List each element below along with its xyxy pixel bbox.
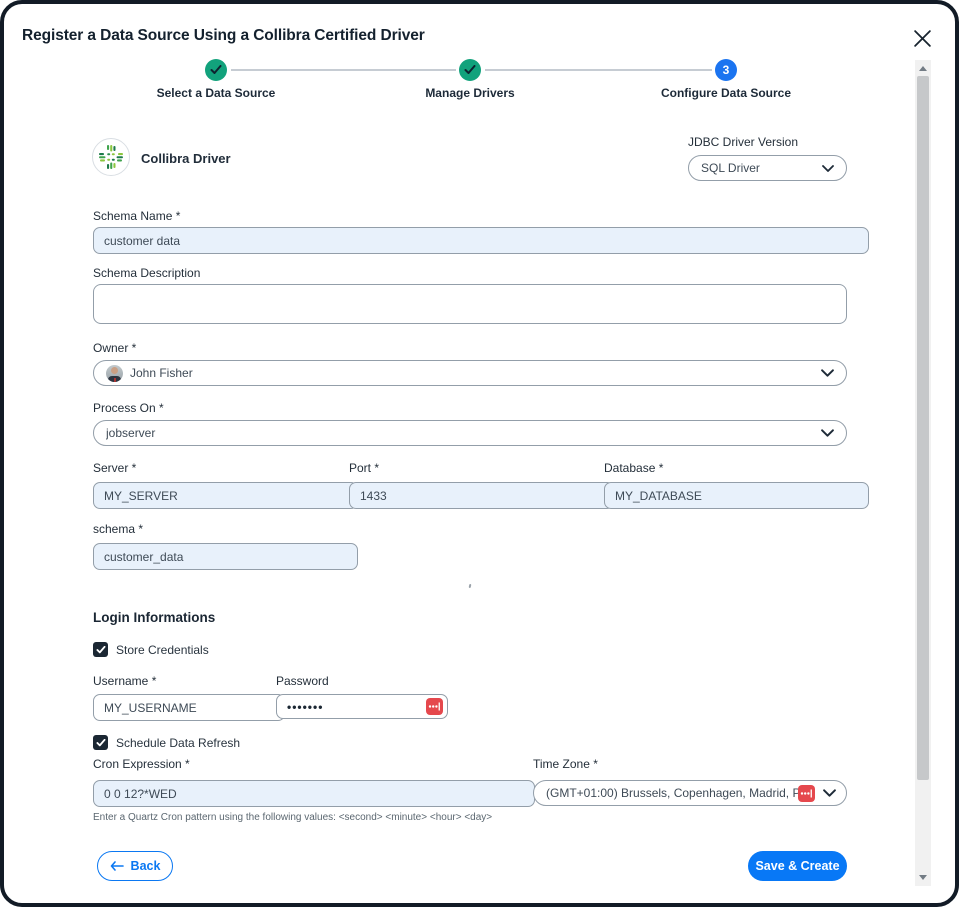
close-icon[interactable] [910,26,934,50]
modal-title: Register a Data Source Using a Collibra … [22,27,425,45]
owner-label: Owner * [93,341,136,355]
schedule-data-refresh-label: Schedule Data Refresh [116,736,240,750]
password-input[interactable]: ••••••• [276,694,448,719]
password-value: ••••••• [287,700,426,714]
password-autofill-icon[interactable] [426,698,443,715]
stepper-line-2 [485,69,712,71]
step-3-label: Configure Data Source [626,86,826,100]
port-input[interactable] [349,482,614,509]
check-icon [96,739,106,747]
server-label: Server * [93,461,136,475]
schema-label: schema * [93,522,143,536]
save-and-create-button[interactable]: Save & Create [748,851,847,881]
step-2-label: Manage Drivers [370,86,570,100]
schedule-data-refresh-checkbox[interactable] [93,735,108,750]
back-button-label: Back [131,859,161,873]
time-zone-value: (GMT+01:00) Brussels, Copenhagen, Madrid… [546,786,812,800]
chevron-down-icon [821,369,834,377]
jdbc-driver-version-value: SQL Driver [701,161,814,175]
back-arrow-icon [110,861,124,871]
process-on-value: jobserver [106,426,813,440]
step-1-check-icon[interactable] [205,59,227,81]
cron-expression-input[interactable] [93,780,535,807]
scroll-down-icon[interactable] [919,875,927,880]
database-input[interactable] [604,482,869,509]
schema-input[interactable] [93,543,358,570]
chevron-down-icon [821,429,834,437]
process-on-select[interactable]: jobserver [93,420,847,446]
username-input[interactable] [93,694,285,721]
jdbc-driver-version-label: JDBC Driver Version [688,135,798,149]
driver-name: Collibra Driver [141,151,231,166]
process-on-label: Process On * [93,401,164,415]
chevron-down-icon [822,165,834,172]
schema-name-input[interactable] [93,227,869,254]
save-and-create-label: Save & Create [755,859,839,873]
username-label: Username * [93,674,156,688]
chevron-down-icon [823,789,836,797]
jdbc-driver-version-select[interactable]: SQL Driver [688,155,847,181]
collibra-driver-logo-icon [92,138,130,176]
time-zone-select[interactable]: (GMT+01:00) Brussels, Copenhagen, Madrid… [533,780,847,806]
port-label: Port * [349,461,379,475]
scrollbar-thumb[interactable] [917,76,929,780]
owner-avatar [106,365,123,382]
check-icon [96,646,106,654]
owner-select[interactable]: John Fisher [93,360,847,386]
timezone-autofill-icon[interactable] [798,785,815,802]
cron-expression-label: Cron Expression * [93,757,190,771]
time-zone-label: Time Zone * [533,757,598,771]
owner-value: John Fisher [130,366,813,380]
step-1-label: Select a Data Source [116,86,316,100]
cron-helper-text: Enter a Quartz Cron pattern using the fo… [93,812,492,823]
database-label: Database * [604,461,663,475]
stepper-line-1 [231,69,456,71]
register-data-source-modal: Register a Data Source Using a Collibra … [0,0,959,907]
store-credentials-checkbox[interactable] [93,642,108,657]
schema-description-input[interactable] [93,284,847,324]
schema-description-label: Schema Description [93,266,200,280]
schema-name-label: Schema Name * [93,209,180,223]
back-button[interactable]: Back [97,851,173,881]
server-input[interactable] [93,482,358,509]
scroll-up-icon[interactable] [919,66,927,71]
step-3-circle[interactable]: 3 [715,59,737,81]
step-3-number: 3 [723,63,730,77]
store-credentials-label: Store Credentials [116,643,209,657]
stray-mark [469,584,472,588]
password-label: Password [276,674,329,688]
step-2-check-icon[interactable] [459,59,481,81]
login-informations-heading: Login Informations [93,610,215,625]
